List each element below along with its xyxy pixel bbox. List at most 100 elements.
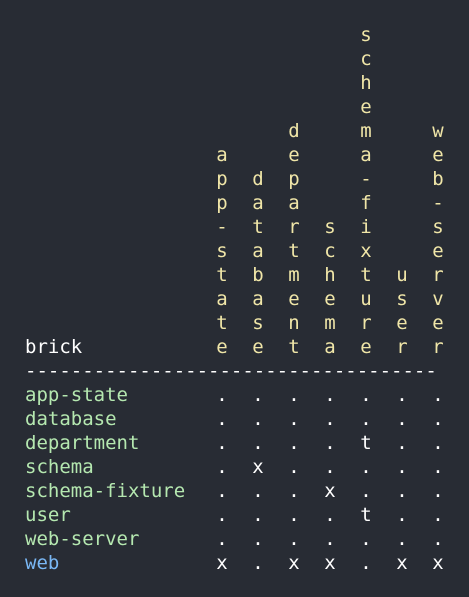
column-header-letter: d: [252, 168, 264, 190]
matrix-cell: .: [432, 384, 444, 406]
matrix-cell: x: [288, 552, 300, 574]
column-header-letter: a: [360, 144, 372, 166]
matrix-cell: .: [432, 456, 444, 478]
column-header-letter: h: [324, 264, 336, 286]
matrix-cell: .: [216, 432, 228, 454]
column-header-letter: d: [288, 120, 300, 142]
column-header-letter: m: [360, 120, 372, 142]
matrix-cell: .: [360, 528, 372, 550]
column-header-letter: t: [360, 264, 372, 286]
matrix-cell: .: [288, 384, 300, 406]
row-label: database: [25, 408, 117, 430]
column-header-letter: e: [252, 336, 264, 358]
column-header-letter: e: [432, 312, 444, 334]
column-header-letter: s: [432, 216, 444, 238]
matrix-cell: .: [216, 384, 228, 406]
matrix-cell: .: [324, 384, 336, 406]
column-header-letter: t: [288, 240, 300, 262]
row-label: schema-fixture: [25, 480, 186, 502]
matrix-cell: .: [288, 456, 300, 478]
column-header-letter: r: [360, 312, 372, 334]
matrix-cell: x: [432, 552, 444, 574]
matrix-cell: .: [288, 432, 300, 454]
matrix-cell: .: [252, 528, 264, 550]
terminal-window: brick ----------------------------------…: [0, 0, 469, 597]
matrix-cell: x: [252, 456, 264, 478]
separator-line: ------------------------------------: [25, 360, 437, 382]
matrix-cell: .: [360, 408, 372, 430]
column-header-letter: a: [288, 192, 300, 214]
matrix-cell: .: [396, 456, 408, 478]
column-header-letter: r: [432, 264, 444, 286]
column-header-letter: p: [216, 168, 228, 190]
column-header-letter: -: [216, 216, 228, 238]
column-header-letter: u: [360, 288, 372, 310]
matrix-cell: x: [324, 552, 336, 574]
column-header-letter: e: [360, 336, 372, 358]
column-header-letter: s: [252, 312, 264, 334]
matrix-cell: .: [396, 408, 408, 430]
matrix-cell: .: [324, 432, 336, 454]
matrix-cell: .: [324, 408, 336, 430]
matrix-cell: .: [216, 528, 228, 550]
column-header-letter: t: [216, 312, 228, 334]
matrix-cell: .: [252, 552, 264, 574]
column-header-letter: s: [360, 24, 372, 46]
column-header-letter: i: [360, 216, 372, 238]
column-header-letter: -: [432, 192, 444, 214]
column-header-letter: f: [360, 192, 372, 214]
matrix-cell: .: [288, 408, 300, 430]
matrix-cell: .: [216, 456, 228, 478]
matrix-cell: .: [432, 528, 444, 550]
column-header-letter: e: [288, 144, 300, 166]
row-label: user: [25, 504, 71, 526]
column-header-letter: a: [252, 240, 264, 262]
header-label: brick: [25, 336, 83, 358]
matrix-cell: .: [288, 528, 300, 550]
row-label: department: [25, 432, 140, 454]
column-header-letter: r: [432, 336, 444, 358]
row-label: web: [25, 552, 60, 574]
matrix-cell: .: [396, 528, 408, 550]
column-header-letter: e: [288, 288, 300, 310]
column-header-letter: a: [324, 336, 336, 358]
column-header-letter: e: [432, 240, 444, 262]
column-header-letter: x: [360, 240, 372, 262]
column-header-letter: b: [252, 264, 264, 286]
column-header-letter: p: [216, 192, 228, 214]
matrix-cell: .: [252, 384, 264, 406]
matrix-cell: .: [396, 504, 408, 526]
column-header-letter: e: [396, 312, 408, 334]
matrix-cell: x: [324, 480, 336, 502]
column-header-letter: s: [324, 216, 336, 238]
matrix-cell: .: [288, 480, 300, 502]
matrix-cell: .: [324, 528, 336, 550]
matrix-cell: .: [252, 432, 264, 454]
column-header-letter: -: [360, 168, 372, 190]
column-header-letter: c: [324, 240, 336, 262]
matrix-cell: .: [252, 408, 264, 430]
column-header-letter: e: [360, 96, 372, 118]
matrix-cell: .: [252, 504, 264, 526]
matrix-cell: .: [288, 504, 300, 526]
matrix-cell: .: [252, 480, 264, 502]
column-header-letter: a: [216, 288, 228, 310]
column-header-letter: n: [288, 312, 300, 334]
row-label: app-state: [25, 384, 128, 406]
matrix-cell: .: [324, 456, 336, 478]
matrix-cell: .: [432, 504, 444, 526]
matrix-cell: x: [216, 552, 228, 574]
matrix-cell: .: [396, 432, 408, 454]
matrix-cell: .: [360, 552, 372, 574]
matrix-cell: .: [324, 504, 336, 526]
column-header-letter: s: [216, 240, 228, 262]
matrix-cell: .: [396, 384, 408, 406]
column-header-letter: a: [216, 144, 228, 166]
column-header-letter: c: [360, 48, 372, 70]
column-header-letter: e: [432, 144, 444, 166]
row-label: web-server: [25, 528, 140, 550]
column-header-letter: a: [252, 192, 264, 214]
matrix-cell: .: [360, 456, 372, 478]
matrix-cell: .: [360, 384, 372, 406]
matrix-cell: t: [360, 504, 372, 526]
